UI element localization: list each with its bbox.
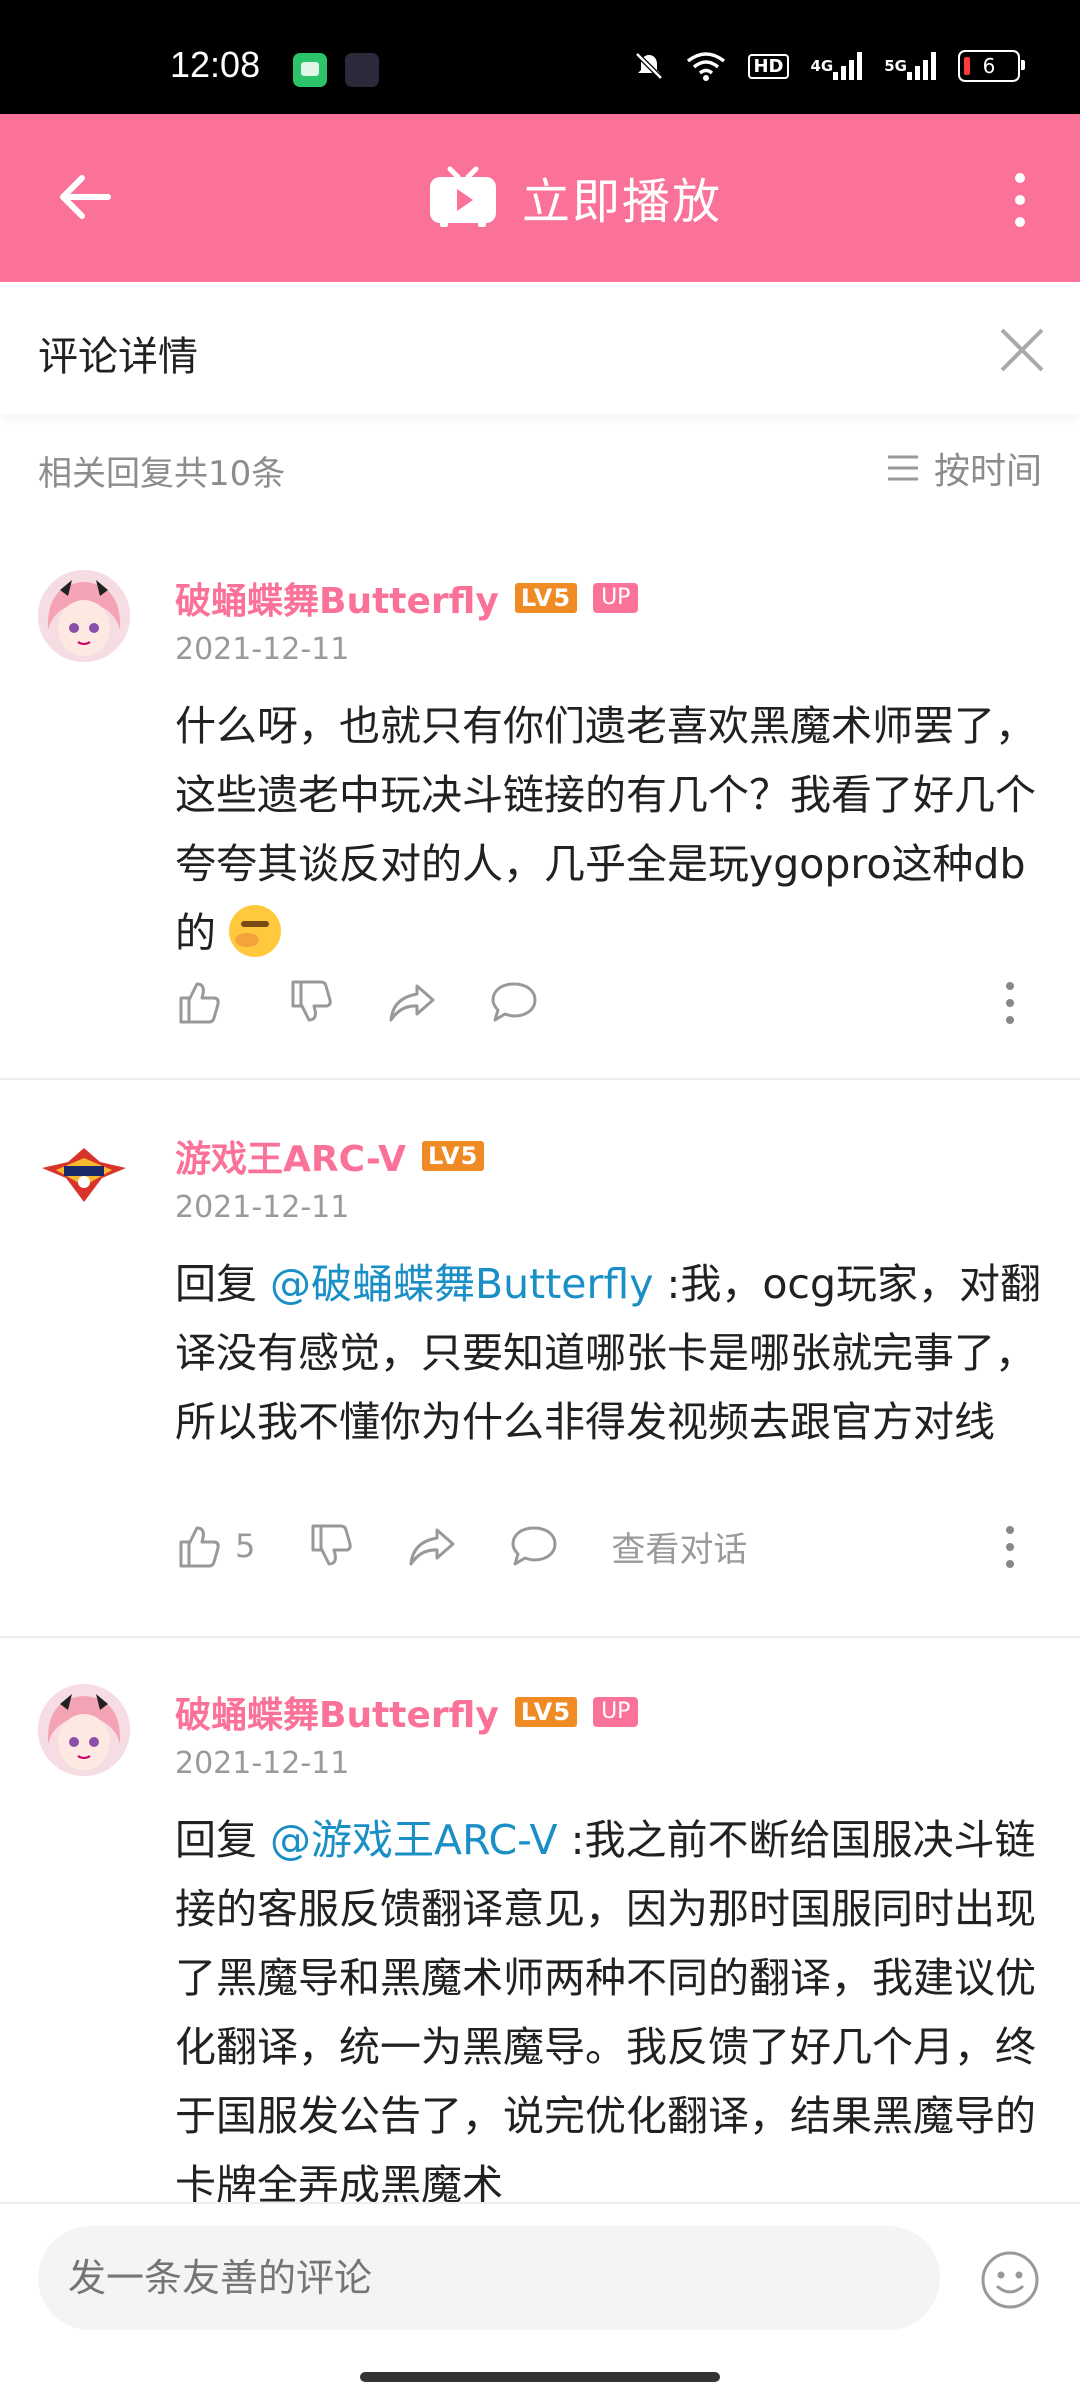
replies-count: 相关回复共10条 (38, 454, 286, 494)
avatar[interactable] (38, 1128, 130, 1220)
comment-item: 游戏王ARC-V LV5 2021-12-11 回复 @破蛹蝶舞Butterfl… (0, 1118, 1080, 1638)
username[interactable]: 破蛹蝶舞Butterfly (175, 572, 499, 624)
divider (0, 1636, 1080, 1638)
share-button[interactable] (407, 1522, 457, 1570)
reply-button[interactable] (489, 978, 539, 1026)
avatar[interactable] (38, 1684, 130, 1776)
home-indicator[interactable] (360, 2372, 720, 2382)
arrow-left-icon (60, 175, 111, 219)
play-now-button[interactable]: 立即播放 (428, 164, 722, 230)
comment-item: 破蛹蝶舞Butterfly LV5 UP 2021-12-11 什么呀，也就只有… (0, 560, 1080, 1080)
replies-bar: 相关回复共10条 按时间 (0, 430, 1080, 510)
dislike-button[interactable] (307, 1522, 355, 1570)
comment-date: 2021-12-11 (175, 1746, 350, 1781)
close-button[interactable] (998, 326, 1046, 374)
more-options-button[interactable] (1000, 170, 1040, 230)
uploader-badge: UP (593, 583, 639, 613)
status-time: 12:08 (170, 44, 261, 85)
vertical-dots-icon (1006, 982, 1014, 1024)
dislike-button[interactable] (287, 978, 335, 1026)
reply-button[interactable] (509, 1522, 559, 1570)
comment-input[interactable] (38, 2226, 940, 2330)
uploader-badge: UP (593, 1697, 639, 1727)
status-bar: 12:08 HD 4G 5G 6 (0, 0, 1080, 114)
play-now-label: 立即播放 (522, 174, 723, 230)
message-app-icon (293, 53, 327, 87)
level-badge: LV5 (422, 1141, 485, 1171)
signal-4g-icon: 4G (811, 51, 863, 81)
mention-link[interactable]: @游戏王ARC-V (270, 1816, 558, 1864)
wifi-icon (686, 51, 726, 81)
like-count: 5 (235, 1527, 256, 1565)
sort-label: 按时间 (933, 451, 1042, 492)
share-icon (389, 984, 435, 1022)
divider (0, 1078, 1080, 1080)
facepalm-emoji-icon (229, 905, 282, 957)
share-button[interactable] (387, 978, 437, 1026)
list-sort-icon (887, 455, 918, 481)
thumbs-down-icon (291, 980, 332, 1022)
hd-voice-icon: HD (748, 53, 789, 79)
vertical-dots-icon (1015, 173, 1025, 227)
sort-by-time-button[interactable]: 按时间 (886, 442, 1042, 494)
emoji-button[interactable] (980, 2250, 1040, 2310)
app-bar: 立即播放 (0, 114, 1080, 282)
avatar[interactable] (38, 570, 130, 662)
share-icon (409, 1528, 455, 1566)
comment-more-button[interactable] (995, 1524, 1025, 1570)
comment-actions (175, 972, 1045, 1032)
sync-app-icon (345, 53, 379, 87)
comment-detail-title: 评论详情 (38, 334, 198, 380)
comment-detail-header: 评论详情 (0, 282, 1080, 414)
comment-text: 什么呀，也就只有你们遗老喜欢黑魔术师罢了，这些遗老中玩决斗链接的有几个？我看了好… (175, 702, 1036, 957)
comment-date: 2021-12-11 (175, 632, 350, 667)
comment-actions: 5 查看对话 (175, 1516, 1045, 1576)
thumbs-up-icon (179, 1526, 220, 1568)
comment-input-bar (0, 2202, 1080, 2402)
comment-bubble-icon (511, 1526, 557, 1566)
comment-bubble-icon (491, 982, 537, 1022)
mute-icon (634, 51, 664, 81)
thumbs-up-icon (179, 982, 220, 1024)
signal-5g-icon: 5G (884, 51, 936, 81)
tv-play-icon (430, 166, 496, 227)
close-icon (1000, 328, 1044, 372)
back-button[interactable] (52, 164, 118, 230)
comment-text: 回复 @游戏王ARC-V :我之前不断给国服决斗链接的客服反馈翻译意见，因为那时… (175, 1816, 1036, 2202)
emoji-face-icon (981, 2251, 1039, 2309)
username[interactable]: 破蛹蝶舞Butterfly (175, 1686, 499, 1738)
comment-text: 回复 @破蛹蝶舞Butterfly :我，ocg玩家，对翻译没有感觉，只要知道哪… (175, 1260, 1041, 1446)
level-badge: LV5 (514, 583, 578, 613)
comment-more-button[interactable] (995, 980, 1025, 1026)
level-badge: LV5 (514, 1697, 578, 1727)
mention-link[interactable]: @破蛹蝶舞Butterfly (270, 1260, 653, 1308)
battery-icon: 6 (958, 50, 1025, 82)
like-button[interactable]: 5 (175, 1522, 255, 1570)
comment-item: 破蛹蝶舞Butterfly LV5 UP 2021-12-11 回复 @游戏王A… (0, 1674, 1080, 2202)
thumbs-down-icon (311, 1524, 353, 1566)
username[interactable]: 游戏王ARC-V (175, 1130, 406, 1182)
like-button[interactable] (175, 978, 235, 1026)
status-icons: HD 4G 5G 6 (634, 46, 1025, 86)
vertical-dots-icon (1006, 1526, 1014, 1568)
view-conversation-link[interactable]: 查看对话 (611, 1522, 747, 1571)
comment-date: 2021-12-11 (175, 1190, 350, 1225)
